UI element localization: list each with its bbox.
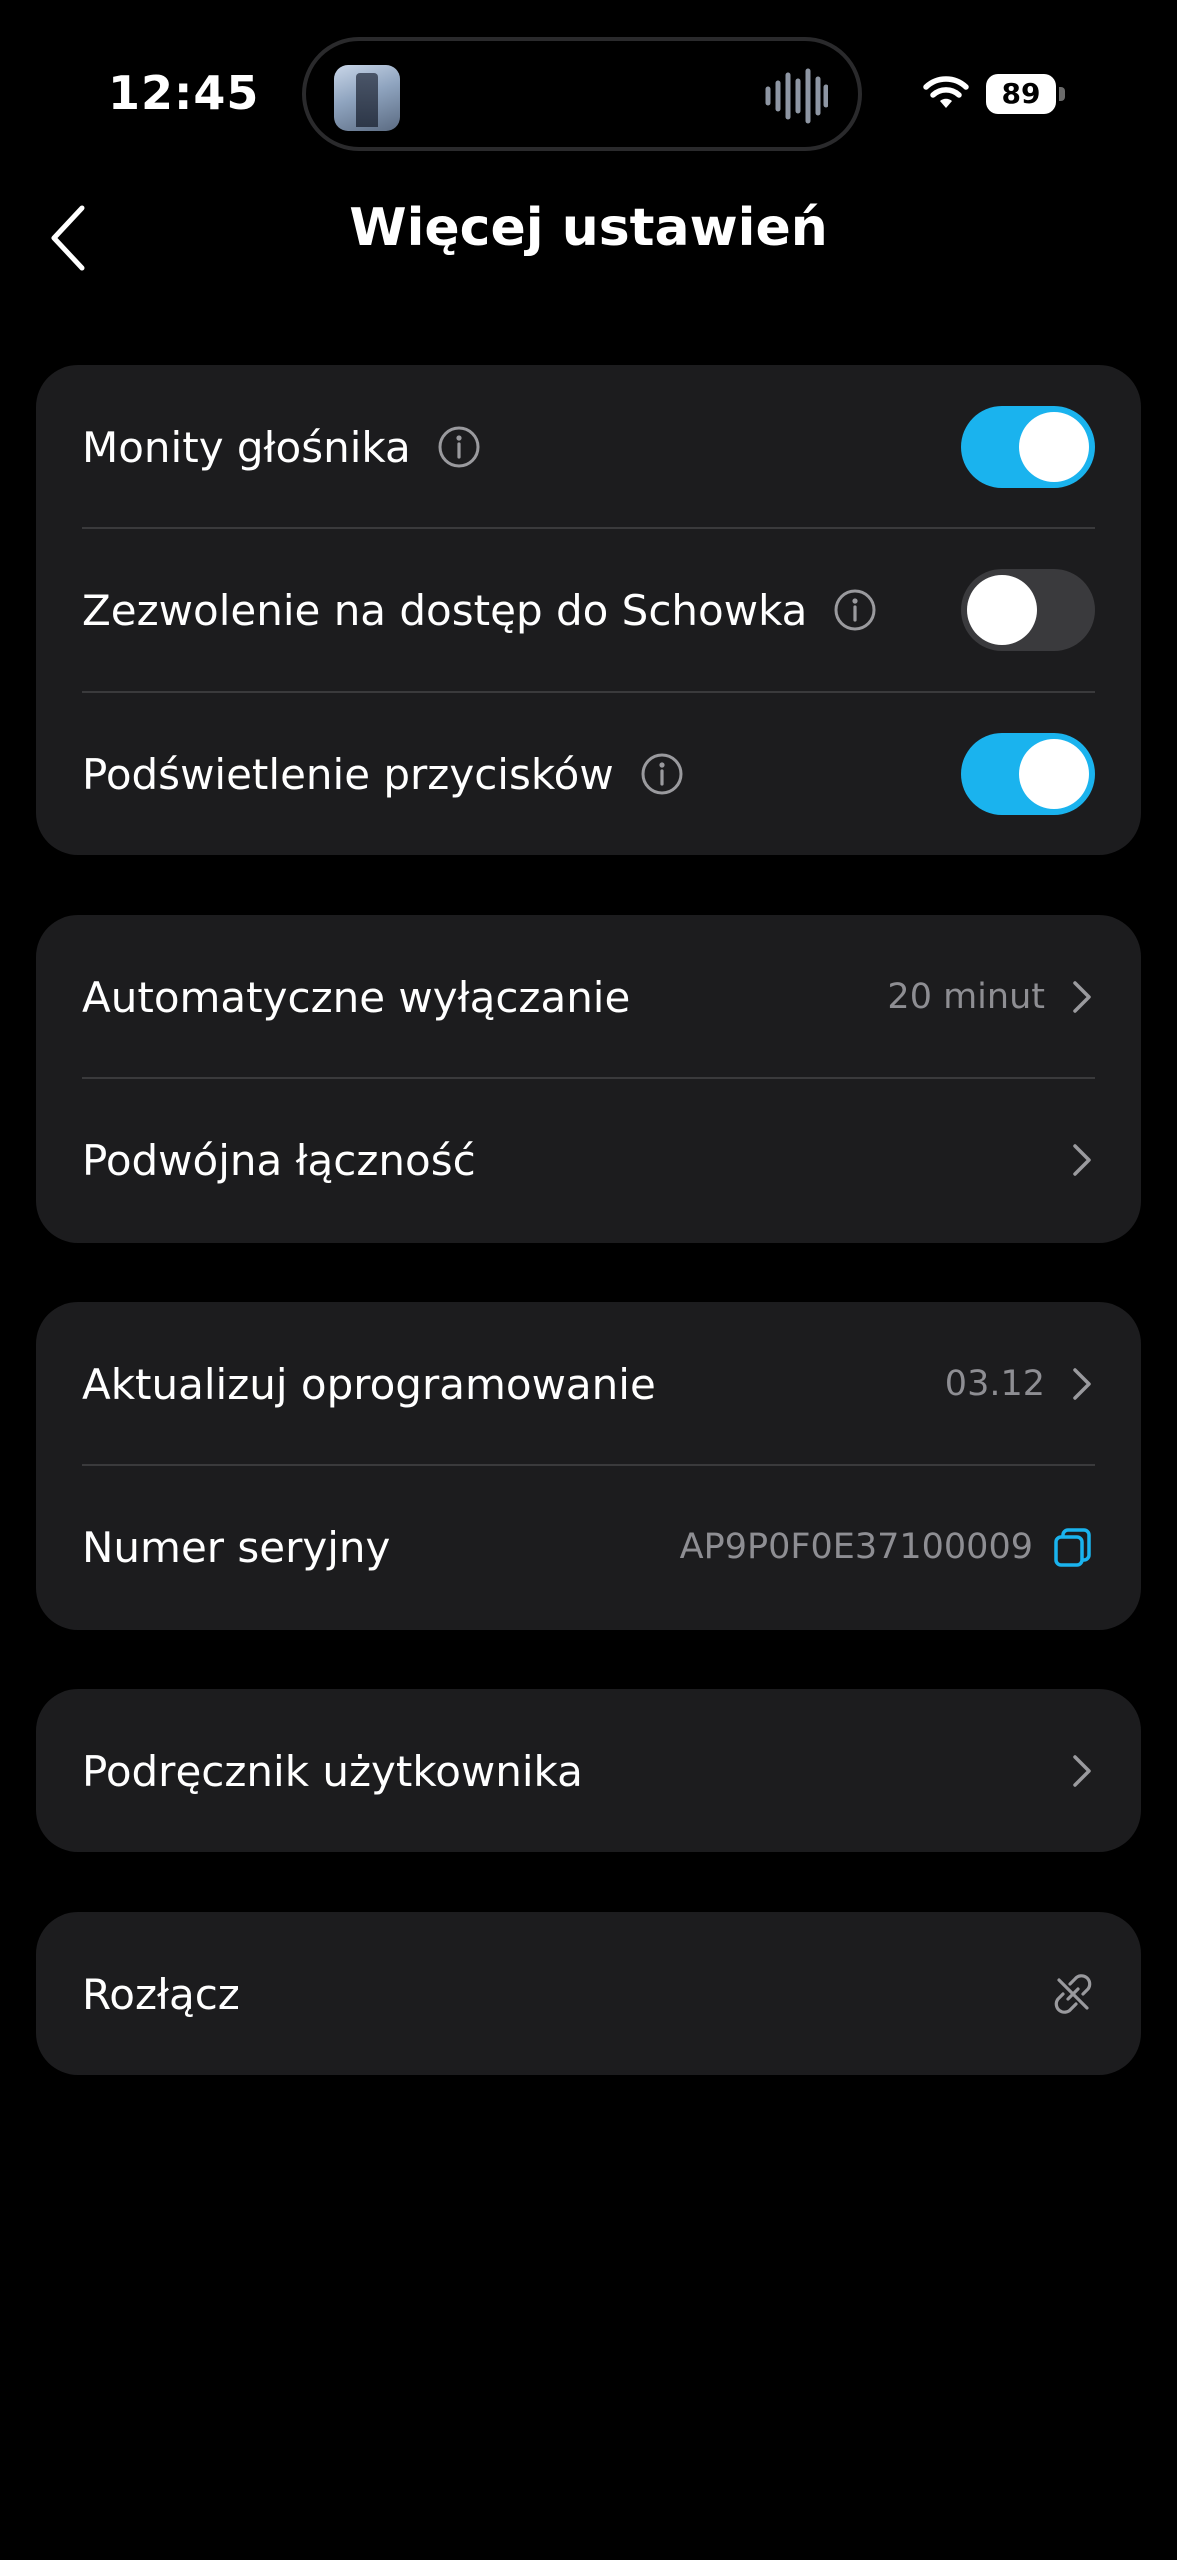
chevron-right-icon <box>1073 981 1091 1013</box>
now-playing-thumbnail <box>334 65 400 131</box>
info-icon[interactable] <box>833 588 877 632</box>
toggles-card: Monity głośnika Zezwolenie na dostęp do … <box>36 365 1141 855</box>
user-manual-label: Podręcznik użytkownika <box>82 1746 583 1796</box>
clipboard-access-row: Zezwolenie na dostęp do Schowka <box>82 528 1095 692</box>
firmware-update-row[interactable]: Aktualizuj oprogramowanie 03.12 <box>82 1302 1095 1466</box>
battery-icon: 89 <box>986 74 1056 114</box>
toggle-knob <box>1019 739 1089 809</box>
auto-off-value: 20 minut <box>887 977 1045 1017</box>
serial-number-label: Numer seryjny <box>82 1522 391 1572</box>
auto-off-row[interactable]: Automatyczne wyłączanie 20 minut <box>82 915 1095 1079</box>
clipboard-access-label: Zezwolenie na dostęp do Schowka <box>82 585 808 635</box>
status-bar: 12:45 89 <box>0 0 1177 190</box>
toggle-knob <box>967 575 1037 645</box>
dual-connection-label: Podwójna łączność <box>82 1135 476 1185</box>
disconnect-row[interactable]: Rozłącz <box>82 1912 1095 2076</box>
chevron-right-icon <box>1073 1755 1091 1787</box>
dual-connection-row[interactable]: Podwójna łączność <box>82 1078 1095 1242</box>
serial-number-value: AP9P0F0E37100009 <box>679 1527 1033 1567</box>
dynamic-island[interactable] <box>302 37 862 151</box>
speaker-prompts-row: Monity głośnika <box>82 365 1095 529</box>
user-manual-row[interactable]: Podręcznik użytkownika <box>82 1689 1095 1853</box>
manual-card: Podręcznik użytkownika <box>36 1689 1141 1852</box>
battery-tip <box>1059 87 1065 101</box>
button-backlight-label: Podświetlenie przycisków <box>82 749 614 799</box>
firmware-version: 03.12 <box>944 1364 1045 1404</box>
wifi-icon <box>923 76 969 108</box>
status-time: 12:45 <box>108 66 260 120</box>
firmware-update-label: Aktualizuj oprogramowanie <box>82 1359 656 1409</box>
unlink-icon <box>1054 1974 1092 2014</box>
disconnect-label: Rozłącz <box>82 1969 240 2019</box>
chevron-right-icon <box>1073 1368 1091 1400</box>
page-title: Więcej ustawień <box>349 198 828 258</box>
connection-card: Automatyczne wyłączanie 20 minut Podwójn… <box>36 915 1141 1243</box>
audio-wave-icon <box>765 68 828 124</box>
serial-number-row: Numer seryjny AP9P0F0E37100009 <box>82 1465 1095 1629</box>
copy-icon[interactable] <box>1051 1525 1095 1569</box>
info-icon[interactable] <box>437 425 481 469</box>
clipboard-access-toggle[interactable] <box>961 569 1095 651</box>
chevron-right-icon <box>1073 1144 1091 1176</box>
button-backlight-toggle[interactable] <box>961 733 1095 815</box>
header: Więcej ustawień <box>0 180 1177 280</box>
disconnect-card: Rozłącz <box>36 1912 1141 2075</box>
toggle-knob <box>1019 412 1089 482</box>
speaker-prompts-label: Monity głośnika <box>82 422 411 472</box>
button-backlight-row: Podświetlenie przycisków <box>82 692 1095 856</box>
auto-off-label: Automatyczne wyłączanie <box>82 972 631 1022</box>
speaker-prompts-toggle[interactable] <box>961 406 1095 488</box>
info-icon[interactable] <box>640 752 684 796</box>
device-card: Aktualizuj oprogramowanie 03.12 Numer se… <box>36 1302 1141 1630</box>
